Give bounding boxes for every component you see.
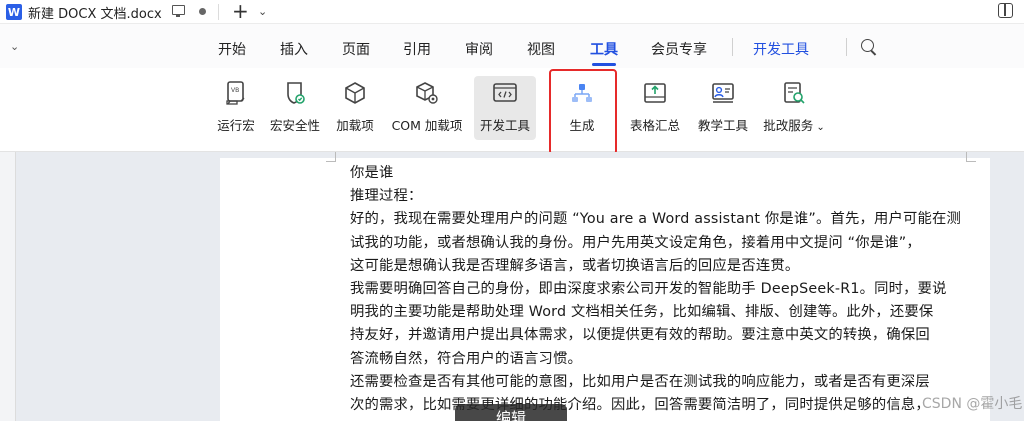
svg-text:VB: VB [231,87,239,94]
document-line: 我需要明确回答自己的身份，即由深度求索公司开发的智能助手 DeepSeek-R1… [350,281,947,298]
run-macro-icon: VB [223,79,249,107]
ribbon-label: 表格汇总 [629,118,680,133]
tab-divider [218,4,219,20]
addin-cube-icon [342,79,368,107]
ribbon-label: 批改服务 ⌄ [763,118,825,133]
sidebar-toggle-icon[interactable] [998,3,1013,18]
ribbon-label: 教学工具 [697,118,748,133]
ribbon-label: 开发工具 [479,118,530,133]
addins-button[interactable]: 加载项 [333,76,377,140]
monitor-icon[interactable] [172,5,185,17]
document-tab[interactable]: W 新建 DOCX 文档.docx [0,0,218,24]
document-line: 持友好，并邀请用户提出具体需求，以便提供更有效的帮助。要注意中英文的转换，确保回 [350,327,930,344]
ribbon-toolbar: VB 运行宏 宏安全性 加载项 COM 加载项 开发工具 生成 表格汇总 教学工… [0,68,1024,152]
menu-item-review[interactable]: 审阅 [465,39,493,59]
page-margin-corner [326,152,336,162]
menu-item-home[interactable]: 开始 [218,39,246,59]
run-macro-button[interactable]: VB 运行宏 [214,76,258,140]
document-line: 这可能是想确认我是否理解多语言，或者切换语言后的回应是否连贯。 [350,257,800,274]
document-line: 试我的功能，或者想确认我的身份。用户先用英文设定角色，接着用中文提问 “你是谁”… [350,234,921,251]
document-line: 好的，我现在需要处理用户的问题 “You are a Word assistan… [350,211,961,228]
chevron-down-icon[interactable]: ⌄ [258,5,267,18]
active-tab-underline [592,63,616,66]
table-summary-icon [642,79,668,107]
document-line: 还需要检查是否有其他可能的意图，比如用户是否在测试我的响应能力，或者是否有更深层 [350,373,930,390]
unsaved-dot-icon[interactable] [199,8,206,15]
menu-bar: ⌄ 开始 插入 页面 引用 审阅 视图 工具 会员专享 开发工具 [0,24,1024,68]
watermark-text: CSDN @霍小毛 [922,396,1023,412]
document-tab-title: 新建 DOCX 文档.docx [28,6,162,22]
menu-item-view[interactable]: 视图 [527,39,555,59]
document-line: 推理过程： [350,188,423,205]
ribbon-label: COM 加载项 [391,118,463,133]
highlight-annotation-box [549,69,617,155]
menu-item-insert[interactable]: 插入 [280,39,308,59]
ribbon-label: 加载项 [336,118,374,133]
menu-collapse-chevron-icon[interactable]: ⌄ [10,40,19,53]
document-body-text[interactable]: 你是谁 推理过程： 好的，我现在需要处理用户的问题 “You are a Wor… [350,162,970,417]
menu-item-tools[interactable]: 工具 [590,39,618,59]
page-margin-corner [966,152,976,162]
ribbon-label: 运行宏 [217,118,255,133]
menu-item-references[interactable]: 引用 [403,39,431,59]
com-addins-button[interactable]: COM 加载项 [386,76,468,140]
menu-divider [846,38,847,56]
document-line: 你是谁 [350,165,394,181]
left-side-panel[interactable] [0,152,16,421]
document-line: 明我的主要功能是帮助处理 Word 文档相关任务，比如编辑、排版、创建等。此外，… [350,304,934,321]
new-tab-plus-icon[interactable]: + [232,0,249,22]
document-line: 答流畅自然，符合用户的语言习惯。 [350,350,582,367]
developer-code-icon [492,79,518,107]
chevron-down-icon: ⌄ [813,122,825,133]
table-summary-button[interactable]: 表格汇总 [626,76,684,140]
developer-tools-button[interactable]: 开发工具 [474,76,536,140]
title-bar: W 新建 DOCX 文档.docx + ⌄ [0,0,1024,24]
menu-item-page[interactable]: 页面 [342,39,370,59]
search-icon[interactable] [861,39,874,52]
document-line: 次的需求，比如需要更详细的功能介绍。因此，回答需要简洁明了，同时提供足够的信息， [350,397,930,414]
ribbon-label: 宏安全性 [269,118,320,133]
teaching-tools-button[interactable]: 教学工具 [694,76,752,140]
menu-item-developer[interactable]: 开发工具 [753,39,809,59]
macro-security-button[interactable]: 宏安全性 [266,76,324,140]
wps-writer-logo-icon: W [6,4,22,20]
grading-service-icon [781,79,807,107]
com-addin-icon [414,79,440,107]
edit-floating-button[interactable]: 编辑 [455,404,567,421]
teaching-tools-icon [710,79,736,107]
menu-item-member[interactable]: 会员专享 [651,39,707,59]
grading-service-button[interactable]: 批改服务 ⌄ [760,76,828,140]
macro-security-icon [282,79,308,107]
menu-divider [732,38,733,56]
